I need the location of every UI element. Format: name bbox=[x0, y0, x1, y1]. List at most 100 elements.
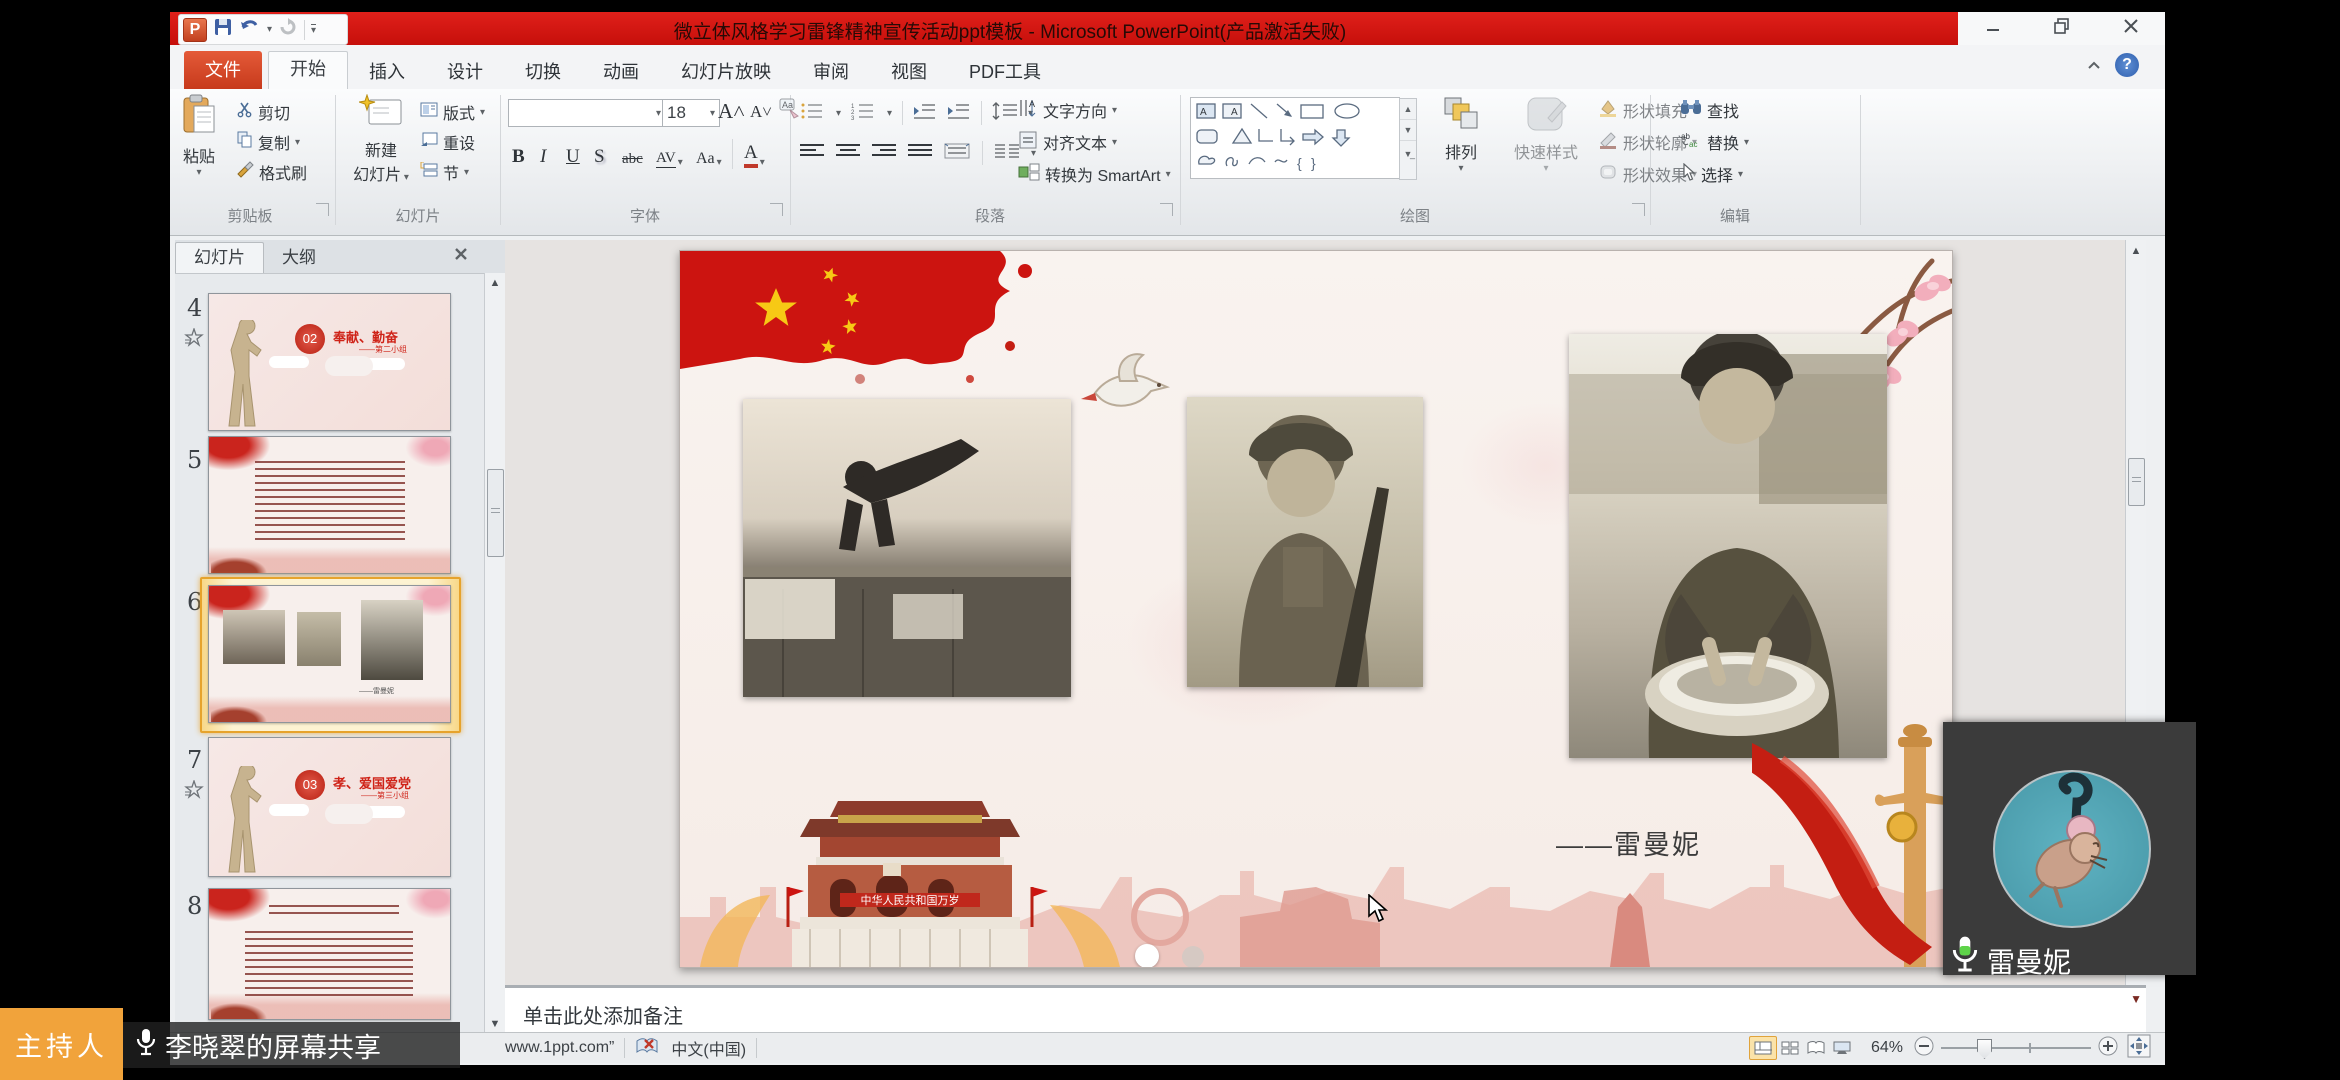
tab-slides-pane[interactable]: 幻灯片 bbox=[175, 242, 264, 273]
tab-pdf-tools[interactable]: PDF工具 bbox=[948, 55, 1062, 89]
strikethrough-button[interactable]: abc bbox=[622, 140, 643, 170]
format-painter-button[interactable]: 格式刷 bbox=[236, 159, 307, 185]
close-button[interactable] bbox=[2120, 15, 2142, 42]
clipboard-dialog-launcher-icon[interactable] bbox=[316, 203, 329, 216]
slide-progress-dot[interactable] bbox=[1182, 946, 1204, 968]
scroll-up-icon[interactable]: ▲ bbox=[485, 273, 505, 293]
slide-6-thumbnail[interactable]: ——雷曼妮 bbox=[208, 585, 451, 723]
tab-insert[interactable]: 插入 bbox=[348, 55, 426, 89]
scrollbar-thumb[interactable] bbox=[2128, 458, 2145, 506]
drawing-dialog-launcher-icon[interactable] bbox=[1632, 203, 1645, 216]
gallery-more-icon[interactable]: ▼̲ bbox=[1400, 140, 1416, 167]
align-left-icon[interactable] bbox=[800, 143, 824, 164]
slide-6-canvas[interactable]: ——雷曼妮 bbox=[679, 250, 1953, 968]
convert-smartart-button[interactable]: 转换为 SmartArt▾ bbox=[1018, 161, 1171, 187]
new-slide-button[interactable]: 新建 幻灯片 ▾ bbox=[348, 94, 414, 185]
replace-button[interactable]: abac 替换▾ bbox=[1680, 129, 1749, 155]
participant-mic-icon[interactable] bbox=[1949, 934, 1981, 979]
zoom-percent[interactable]: 64% bbox=[1871, 1039, 1903, 1057]
clear-formatting-icon[interactable]: Aa bbox=[778, 97, 802, 124]
tab-animations[interactable]: 动画 bbox=[582, 55, 660, 89]
underline-button[interactable]: U bbox=[566, 140, 580, 170]
arrange-button[interactable]: 排列 ▾ bbox=[1432, 94, 1490, 174]
scrollbar-thumb[interactable] bbox=[487, 469, 504, 557]
tab-file[interactable]: 文件 bbox=[184, 51, 262, 89]
maximize-button[interactable] bbox=[2051, 15, 2073, 42]
participant-video-tile[interactable]: 雷曼妮 bbox=[1943, 722, 2196, 975]
fit-to-window-button[interactable] bbox=[2127, 1034, 2151, 1063]
slide-5-thumbnail[interactable] bbox=[208, 436, 451, 574]
photo-leifeng-rifle-portrait[interactable] bbox=[1187, 397, 1423, 687]
shapes-gallery-scroll[interactable]: ▲ ▼ ▼̲ bbox=[1399, 98, 1417, 180]
quick-styles-button[interactable]: 快速样式 ▾ bbox=[1500, 94, 1592, 174]
numbering-icon[interactable]: 123 bbox=[851, 102, 877, 125]
font-size-combo[interactable]: 18▾ bbox=[662, 99, 720, 127]
close-pane-icon[interactable] bbox=[453, 246, 469, 267]
increase-indent-icon[interactable] bbox=[947, 102, 971, 125]
slides-panel-scrollbar[interactable]: ▲ ▼ bbox=[484, 273, 505, 1032]
bullets-icon[interactable] bbox=[800, 102, 826, 125]
font-color-button[interactable]: A▾ bbox=[744, 140, 765, 170]
tab-transitions[interactable]: 切换 bbox=[504, 55, 582, 89]
notes-pane[interactable]: 单击此处添加备注 ▼ bbox=[505, 985, 2146, 1035]
zoom-in-button[interactable] bbox=[2097, 1035, 2119, 1062]
increase-font-size-icon[interactable]: A˄ bbox=[718, 99, 745, 124]
slideshow-view-button[interactable] bbox=[1829, 1037, 1855, 1059]
gallery-up-icon[interactable]: ▲ bbox=[1400, 99, 1416, 119]
paste-button[interactable]: 粘贴 ▾ bbox=[180, 94, 218, 178]
justify-icon[interactable] bbox=[908, 143, 932, 164]
distribute-text-icon[interactable] bbox=[944, 143, 970, 164]
font-dialog-launcher-icon[interactable] bbox=[770, 203, 783, 216]
normal-view-button[interactable] bbox=[1749, 1036, 1777, 1060]
align-text-button[interactable]: 对齐文本▾ bbox=[1018, 129, 1117, 155]
select-button[interactable]: 选择▾ bbox=[1680, 161, 1743, 187]
spell-check-icon[interactable] bbox=[635, 1036, 659, 1061]
layout-button[interactable]: 版式▾ bbox=[420, 99, 485, 125]
notes-placeholder[interactable]: 单击此处添加备注 bbox=[523, 1000, 683, 1029]
zoom-slider-thumb[interactable] bbox=[1977, 1039, 1992, 1059]
tab-outline-pane[interactable]: 大纲 bbox=[264, 243, 334, 273]
decrease-indent-icon[interactable] bbox=[913, 102, 937, 125]
reset-button[interactable]: 重设 bbox=[420, 129, 475, 155]
align-right-icon[interactable] bbox=[872, 143, 896, 164]
notes-scroll-down-icon[interactable]: ▼ bbox=[2130, 992, 2142, 1006]
italic-button[interactable]: I bbox=[540, 140, 546, 170]
bold-button[interactable]: B bbox=[512, 140, 525, 170]
slide-progress-dot-active[interactable] bbox=[1135, 944, 1159, 968]
tab-design[interactable]: 设计 bbox=[426, 55, 504, 89]
paragraph-dialog-launcher-icon[interactable] bbox=[1160, 203, 1173, 216]
line-spacing-icon[interactable] bbox=[992, 102, 1018, 125]
photo-leifeng-washing[interactable] bbox=[1569, 334, 1887, 758]
slide-8-thumbnail[interactable] bbox=[208, 888, 451, 1020]
change-case-button[interactable]: Aa▾ bbox=[696, 140, 722, 170]
language-indicator[interactable]: 中文(中国) bbox=[671, 1036, 746, 1060]
slide-sorter-view-button[interactable] bbox=[1777, 1037, 1803, 1059]
zoom-slider[interactable] bbox=[1941, 1037, 2091, 1059]
tab-review[interactable]: 审阅 bbox=[792, 55, 870, 89]
shapes-gallery[interactable]: A A bbox=[1190, 97, 1400, 179]
minimize-button[interactable] bbox=[1982, 15, 2004, 42]
tab-slideshow[interactable]: 幻灯片放映 bbox=[660, 55, 792, 89]
collapse-ribbon-icon[interactable] bbox=[2085, 59, 2103, 78]
slide-4-thumbnail[interactable]: 02 奉献、勤奋 ——第二小组 bbox=[208, 293, 451, 431]
text-shadow-button[interactable]: S bbox=[594, 140, 605, 170]
title-bar[interactable]: P ▾ ▾ 微立体风格学习雷锋精神宣传活动ppt模板 - Microsoft P… bbox=[170, 12, 2165, 45]
tab-home[interactable]: 开始 bbox=[268, 51, 348, 89]
help-icon[interactable]: ? bbox=[2115, 53, 2139, 77]
slide-7-thumbnail[interactable]: 03 孝、爱国爱党 ——第三小组 bbox=[208, 737, 451, 877]
scroll-up-icon[interactable]: ▲ bbox=[2126, 240, 2146, 262]
cut-button[interactable]: 剪切 bbox=[236, 99, 290, 125]
tab-view[interactable]: 视图 bbox=[870, 55, 948, 89]
font-name-combo[interactable]: ▾ bbox=[508, 99, 666, 127]
find-button[interactable]: 查找 bbox=[1680, 97, 1739, 123]
decrease-font-size-icon[interactable]: A˅ bbox=[750, 102, 772, 122]
align-center-icon[interactable] bbox=[836, 143, 860, 164]
columns-icon[interactable] bbox=[995, 143, 1019, 164]
reading-view-button[interactable] bbox=[1803, 1037, 1829, 1059]
photo-leifeng-pommel-horse[interactable] bbox=[743, 399, 1071, 697]
copy-button[interactable]: 复制 ▾ bbox=[236, 129, 300, 155]
character-spacing-button[interactable]: AV▾ bbox=[656, 140, 683, 170]
gallery-down-icon[interactable]: ▼ bbox=[1400, 119, 1416, 140]
section-button[interactable]: 节▾ bbox=[420, 159, 469, 185]
zoom-out-button[interactable] bbox=[1913, 1035, 1935, 1062]
